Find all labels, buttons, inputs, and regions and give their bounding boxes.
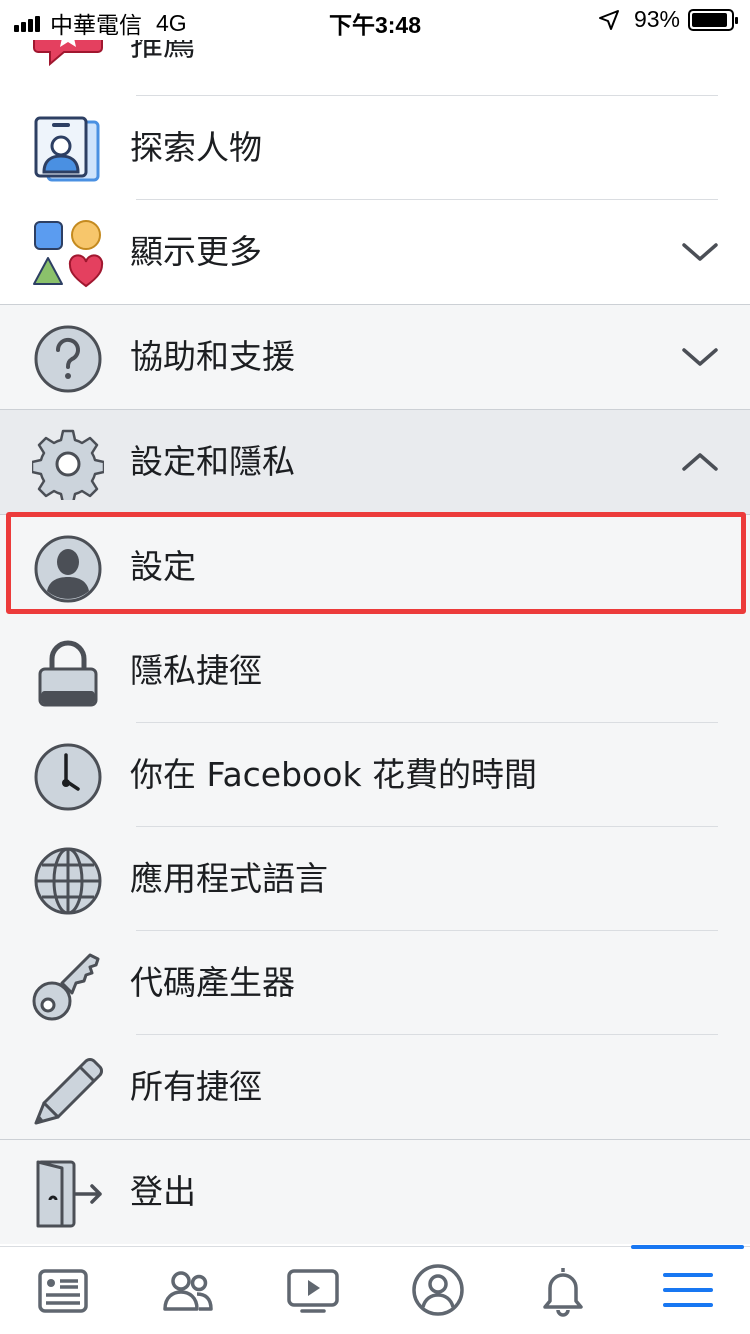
location-arrow-icon [598, 9, 619, 30]
status-bar: 中華電信 4G 下午3:48 93% [0, 0, 750, 40]
tab-menu[interactable] [625, 1245, 750, 1334]
menu-item-label: 登出 [130, 1172, 196, 1211]
menu-item-app-language[interactable]: 應用程式語言 [0, 827, 750, 931]
menu-item-label: 設定 [130, 547, 196, 586]
menu-item-label: 應用程式語言 [130, 859, 328, 898]
clock-icon [32, 741, 104, 813]
key-icon [32, 949, 104, 1021]
menu-item-label: 探索人物 [130, 128, 262, 167]
menu-item-help-support[interactable]: 協助和支援 [0, 305, 750, 409]
menu-item-label: 隱私捷徑 [130, 651, 262, 690]
battery-percent: 93% [633, 6, 680, 32]
chevron-up-icon [680, 442, 720, 482]
shapes-icon [32, 218, 104, 290]
menu-item-see-more[interactable]: 顯示更多 [0, 200, 750, 304]
question-icon [32, 323, 104, 395]
tab-notifications[interactable] [500, 1247, 625, 1334]
menu-item-label: 你在 Facebook 花費的時間 [130, 755, 538, 794]
tab-friends[interactable] [125, 1247, 250, 1334]
menu-item-privacy-shortcuts[interactable]: 隱私捷徑 [0, 619, 750, 723]
door-exit-icon [32, 1158, 104, 1230]
menu-item-all-shortcuts[interactable]: 所有捷徑 [0, 1035, 750, 1139]
menu-icon [663, 1273, 713, 1307]
tab-news-feed[interactable] [0, 1247, 125, 1334]
news-feed-icon [38, 1269, 88, 1313]
watch-icon [287, 1269, 339, 1313]
friends-icon [163, 1271, 213, 1311]
menu-item-label: 設定和隱私 [130, 442, 295, 481]
menu-item-settings[interactable]: 設定 [0, 515, 750, 619]
menu-item-logout[interactable]: 登出 [0, 1140, 750, 1244]
menu-item-label: 顯示更多 [130, 232, 262, 271]
tab-profile[interactable] [375, 1247, 500, 1334]
notifications-icon [543, 1268, 583, 1317]
battery-icon [688, 8, 738, 31]
bottom-tab-bar [0, 1245, 750, 1334]
menu-item-label: 協助和支援 [130, 337, 295, 376]
menu-item-label: 所有捷徑 [130, 1067, 262, 1106]
pencil-icon [32, 1053, 104, 1125]
globe-icon [32, 845, 104, 917]
menu-item-find-friends[interactable]: 探索人物 [0, 96, 750, 200]
menu-item-settings-privacy[interactable]: 設定和隱私 [0, 410, 750, 514]
menu-item-code-generator[interactable]: 代碼產生器 [0, 931, 750, 1035]
menu-item-label: 代碼產生器 [130, 963, 295, 1002]
chevron-down-icon [680, 232, 720, 272]
menu-item-time-on-facebook[interactable]: 你在 Facebook 花費的時間 [0, 723, 750, 827]
status-right: 93% [598, 6, 738, 33]
tab-watch[interactable] [250, 1247, 375, 1334]
chevron-down-icon [680, 337, 720, 377]
profile-icon [412, 1264, 464, 1316]
lock-icon [32, 637, 104, 709]
gear-icon [32, 428, 104, 500]
active-tab-indicator [631, 1245, 744, 1249]
user-avatar-icon [32, 533, 104, 605]
contact-card-icon [32, 114, 104, 186]
